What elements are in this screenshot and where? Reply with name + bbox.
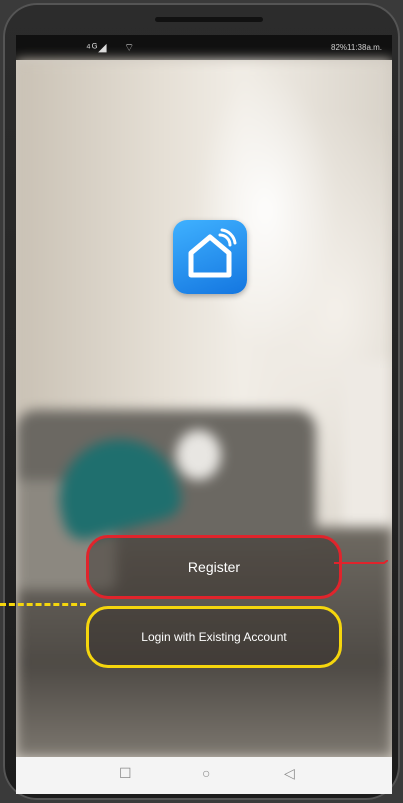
register-button[interactable]: Register (86, 535, 342, 599)
register-callout-line (334, 560, 388, 564)
phone-speaker (155, 17, 263, 22)
android-nav-bar: ☐ ○ ◁ (16, 757, 392, 794)
wifi-icon: ⌔ (124, 42, 135, 54)
smart-home-app-icon (173, 220, 247, 294)
status-battery-time: 82%11:38a.m. (331, 43, 382, 52)
phone-frame: ⁴ᴳ◢ ⌔ 82%11:38a.m. Register Login with E… (3, 3, 400, 800)
login-existing-account-button[interactable]: Login with Existing Account (86, 606, 342, 668)
home-icon[interactable]: ○ (202, 765, 210, 781)
login-callout-line (0, 603, 86, 610)
phone-screen: ⁴ᴳ◢ ⌔ 82%11:38a.m. Register Login with E… (16, 35, 392, 794)
recent-apps-icon[interactable]: ☐ (119, 765, 132, 782)
status-bar: ⁴ᴳ◢ ⌔ 82%11:38a.m. (16, 35, 392, 60)
signal-icon: ⁴ᴳ◢ (86, 42, 108, 54)
back-icon[interactable]: ◁ (284, 765, 295, 782)
